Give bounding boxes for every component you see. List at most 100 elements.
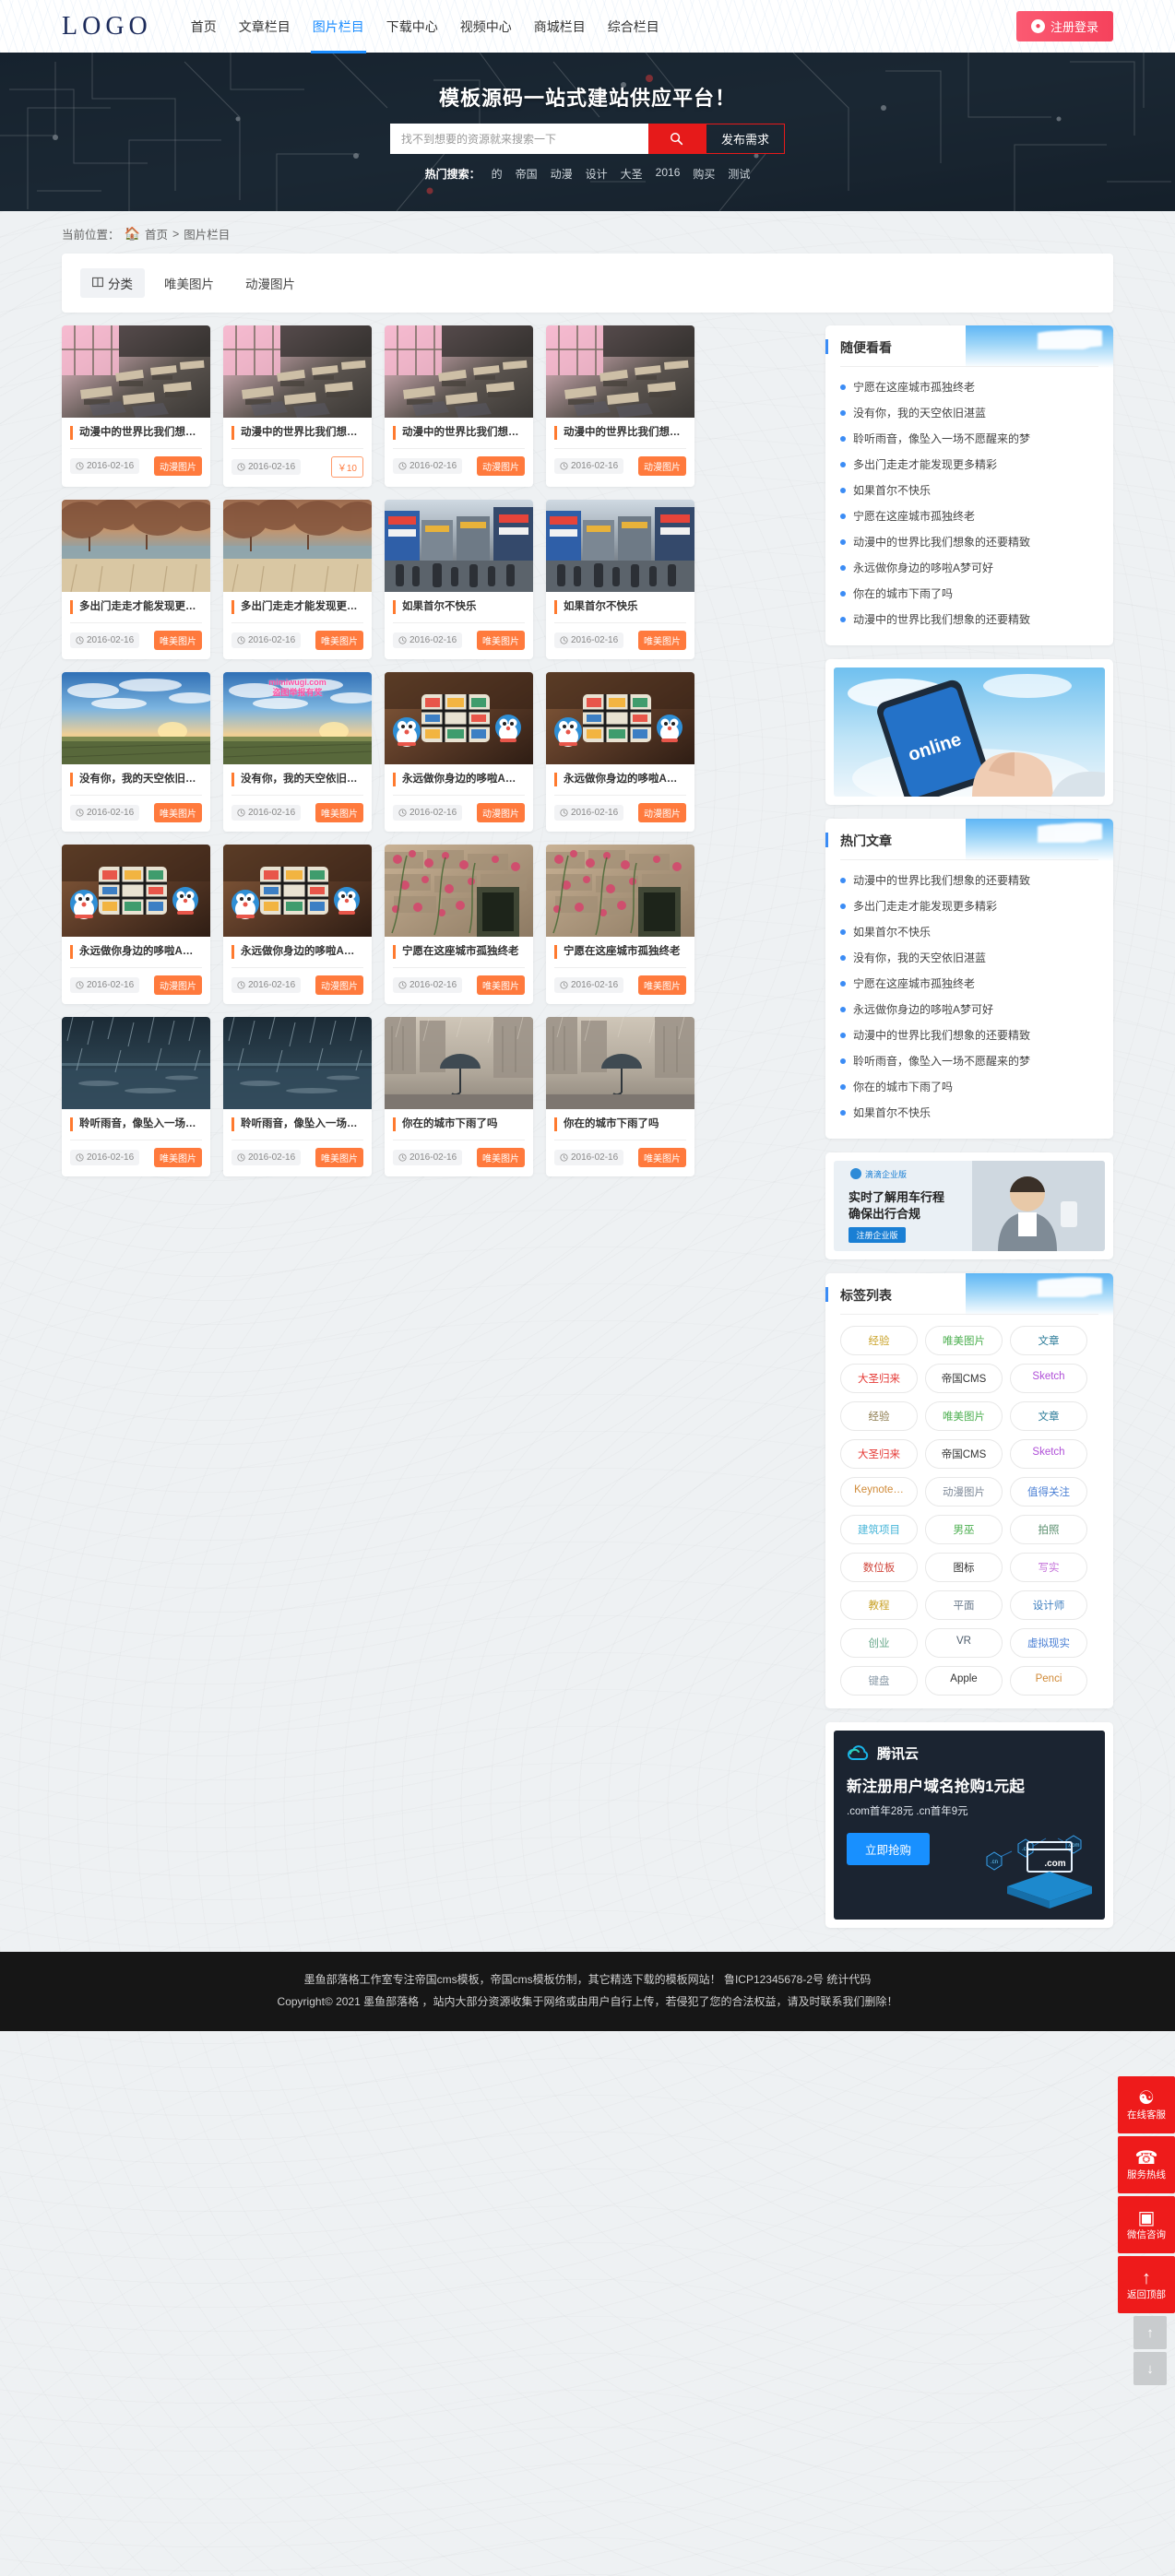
card-thumbnail[interactable] xyxy=(223,325,372,418)
hot-link-7[interactable]: 聆听雨音，像坠入一场不愿醒来的梦 xyxy=(853,1053,1030,1069)
tag-link-18[interactable]: 数位板 xyxy=(840,1553,918,1582)
hot-link-5[interactable]: 永远做你身边的哆啦A梦可好 xyxy=(853,1001,993,1018)
card-thumbnail[interactable] xyxy=(62,1016,210,1109)
tag-link-22[interactable]: 平面 xyxy=(925,1590,1003,1620)
hot-search-tag-3[interactable]: 设计 xyxy=(586,166,608,182)
random-link-3[interactable]: 多出门走走才能发现更多精彩 xyxy=(853,456,997,473)
card-title[interactable]: 宁愿在这座城市孤独终老 xyxy=(554,944,686,959)
tag-link-17[interactable]: 拍照 xyxy=(1010,1515,1087,1544)
card-title[interactable]: 动漫中的世界比我们想象的还要精致 xyxy=(231,426,363,440)
tag-link-5[interactable]: Sketch xyxy=(1010,1364,1087,1393)
random-link-9[interactable]: 动漫中的世界比我们想象的还要精致 xyxy=(853,611,1030,628)
tag-link-11[interactable]: Sketch xyxy=(1010,1439,1087,1469)
image-card[interactable]: 如果首尔不快乐 2016-02-16 唯美图片 xyxy=(546,499,694,659)
card-category-badge[interactable]: 动漫图片 xyxy=(638,802,686,822)
card-thumbnail[interactable] xyxy=(546,325,694,418)
image-card[interactable]: 如果首尔不快乐 2016-02-16 唯美图片 xyxy=(385,499,533,659)
card-thumbnail[interactable] xyxy=(223,1016,372,1109)
tag-link-7[interactable]: 唯美图片 xyxy=(925,1401,1003,1431)
tag-link-24[interactable]: 创业 xyxy=(840,1628,918,1658)
card-thumbnail[interactable]: mimiwugi.com 盗图举报有奖 xyxy=(223,671,372,764)
card-thumbnail[interactable] xyxy=(62,671,210,764)
card-title[interactable]: 如果首尔不快乐 xyxy=(554,599,686,614)
nav-item-0[interactable]: 首页 xyxy=(189,0,219,53)
search-button[interactable] xyxy=(647,124,706,154)
tag-link-1[interactable]: 唯美图片 xyxy=(925,1326,1003,1355)
card-category-badge[interactable]: 唯美图片 xyxy=(638,975,686,995)
float-button-online-service[interactable]: ☯ 在线客服 xyxy=(1118,2076,1175,2133)
scroll-top-icon[interactable]: ↑ xyxy=(1133,2316,1167,2349)
card-title[interactable]: 没有你，我的天空依旧湛蓝 xyxy=(231,772,363,786)
site-logo[interactable]: LOGO xyxy=(62,13,152,40)
card-price-badge[interactable]: ￥10 xyxy=(330,455,363,478)
image-card[interactable]: 动漫中的世界比我们想象的还要精致 2016-02-16 动漫图片 xyxy=(546,325,694,487)
image-card[interactable]: mimiwugi.com 盗图举报有奖 没有你，我的天空依旧湛蓝 2016-02-16… xyxy=(223,671,372,832)
login-register-button[interactable]: ● 注册登录 xyxy=(1015,11,1113,41)
card-thumbnail[interactable] xyxy=(62,844,210,937)
random-link-0[interactable]: 宁愿在这座城市孤独终老 xyxy=(853,379,975,396)
tag-link-26[interactable]: 虚拟现实 xyxy=(1010,1628,1087,1658)
tag-link-9[interactable]: 大圣归来 xyxy=(840,1439,918,1469)
tag-link-29[interactable]: Penci xyxy=(1010,1666,1087,1696)
image-card[interactable]: 永远做你身边的哆啦A梦可好 2016-02-16 动漫图片 xyxy=(385,671,533,832)
hot-link-3[interactable]: 没有你，我的天空依旧湛蓝 xyxy=(853,950,986,966)
card-thumbnail[interactable] xyxy=(385,844,533,937)
random-link-8[interactable]: 你在的城市下雨了吗 xyxy=(853,585,953,602)
search-input[interactable] xyxy=(389,124,648,154)
tencent-cloud-ad[interactable]: 腾讯云 新注册用户域名抢购1元起 .com首年28元 .cn首年9元 立即抢购 xyxy=(825,1722,1113,1928)
card-thumbnail[interactable] xyxy=(223,844,372,937)
card-title[interactable]: 永远做你身边的哆啦A梦可好 xyxy=(393,772,525,786)
card-category-badge[interactable]: 唯美图片 xyxy=(315,802,363,822)
card-category-badge[interactable]: 动漫图片 xyxy=(638,455,686,476)
card-thumbnail[interactable] xyxy=(385,671,533,764)
card-title[interactable]: 动漫中的世界比我们想象的还要精致 xyxy=(554,426,686,440)
tag-link-23[interactable]: 设计师 xyxy=(1010,1590,1087,1620)
hot-link-2[interactable]: 如果首尔不快乐 xyxy=(853,924,931,940)
hot-search-tag-5[interactable]: 2016 xyxy=(656,166,681,182)
tag-link-21[interactable]: 教程 xyxy=(840,1590,918,1620)
hot-search-tag-2[interactable]: 动漫 xyxy=(551,166,573,182)
card-category-badge[interactable]: 动漫图片 xyxy=(477,455,525,476)
random-link-4[interactable]: 如果首尔不快乐 xyxy=(853,482,931,499)
card-thumbnail[interactable] xyxy=(546,499,694,592)
card-title[interactable]: 动漫中的世界比我们想象的还要精致 xyxy=(393,426,525,440)
nav-item-2[interactable]: 图片栏目 xyxy=(310,0,366,53)
nav-item-3[interactable]: 下载中心 xyxy=(385,0,440,53)
image-card[interactable]: 永远做你身边的哆啦A梦可好 2016-02-16 动漫图片 xyxy=(546,671,694,832)
hot-search-tag-1[interactable]: 帝国 xyxy=(516,166,538,182)
card-category-badge[interactable]: 唯美图片 xyxy=(315,1147,363,1167)
card-category-badge[interactable]: 动漫图片 xyxy=(154,455,202,476)
card-title[interactable]: 你在的城市下雨了吗 xyxy=(554,1117,686,1131)
card-title[interactable]: 没有你，我的天空依旧湛蓝 xyxy=(70,772,202,786)
card-category-badge[interactable]: 动漫图片 xyxy=(477,802,525,822)
card-category-badge[interactable]: 动漫图片 xyxy=(154,975,202,995)
image-card[interactable]: 聆听雨音，像坠入一场不愿醒来的梦 2016-02-16 唯美图片 xyxy=(223,1016,372,1176)
float-button-back-to-top[interactable]: ↑ 返回顶部 xyxy=(1118,2256,1175,2313)
card-category-badge[interactable]: 唯美图片 xyxy=(477,1147,525,1167)
nav-item-4[interactable]: 视频中心 xyxy=(458,0,514,53)
card-title[interactable]: 如果首尔不快乐 xyxy=(393,599,525,614)
tencent-cta-button[interactable]: 立即抢购 xyxy=(847,1833,931,1865)
ad-phone-panel[interactable]: online xyxy=(825,659,1113,805)
card-category-badge[interactable]: 唯美图片 xyxy=(638,630,686,650)
tag-link-3[interactable]: 大圣归来 xyxy=(840,1364,918,1393)
card-title[interactable]: 宁愿在这座城市孤独终老 xyxy=(393,944,525,959)
card-category-badge[interactable]: 唯美图片 xyxy=(477,630,525,650)
tag-link-28[interactable]: Apple xyxy=(925,1666,1003,1696)
card-category-badge[interactable]: 唯美图片 xyxy=(477,975,525,995)
image-card[interactable]: 动漫中的世界比我们想象的还要精致 2016-02-16 动漫图片 xyxy=(62,325,210,487)
hot-link-0[interactable]: 动漫中的世界比我们想象的还要精致 xyxy=(853,872,1030,889)
image-card[interactable]: 聆听雨音，像坠入一场不愿醒来的梦 2016-02-16 唯美图片 xyxy=(62,1016,210,1176)
tag-link-12[interactable]: Keynote… xyxy=(840,1477,918,1507)
card-title[interactable]: 多出门走走才能发现更多精彩 xyxy=(231,599,363,614)
tag-link-2[interactable]: 文章 xyxy=(1010,1326,1087,1355)
hot-search-tag-0[interactable]: 的 xyxy=(492,166,503,182)
hot-link-1[interactable]: 多出门走走才能发现更多精彩 xyxy=(853,898,997,915)
card-title[interactable]: 永远做你身边的哆啦A梦可好 xyxy=(554,772,686,786)
tag-link-6[interactable]: 经验 xyxy=(840,1401,918,1431)
image-card[interactable]: 没有你，我的天空依旧湛蓝 2016-02-16 唯美图片 xyxy=(62,671,210,832)
random-link-5[interactable]: 宁愿在这座城市孤独终老 xyxy=(853,508,975,525)
hot-search-tag-4[interactable]: 大圣 xyxy=(621,166,643,182)
filter-item-0[interactable]: 分类 xyxy=(80,268,145,298)
filter-item-1[interactable]: 唯美图片 xyxy=(152,268,226,298)
